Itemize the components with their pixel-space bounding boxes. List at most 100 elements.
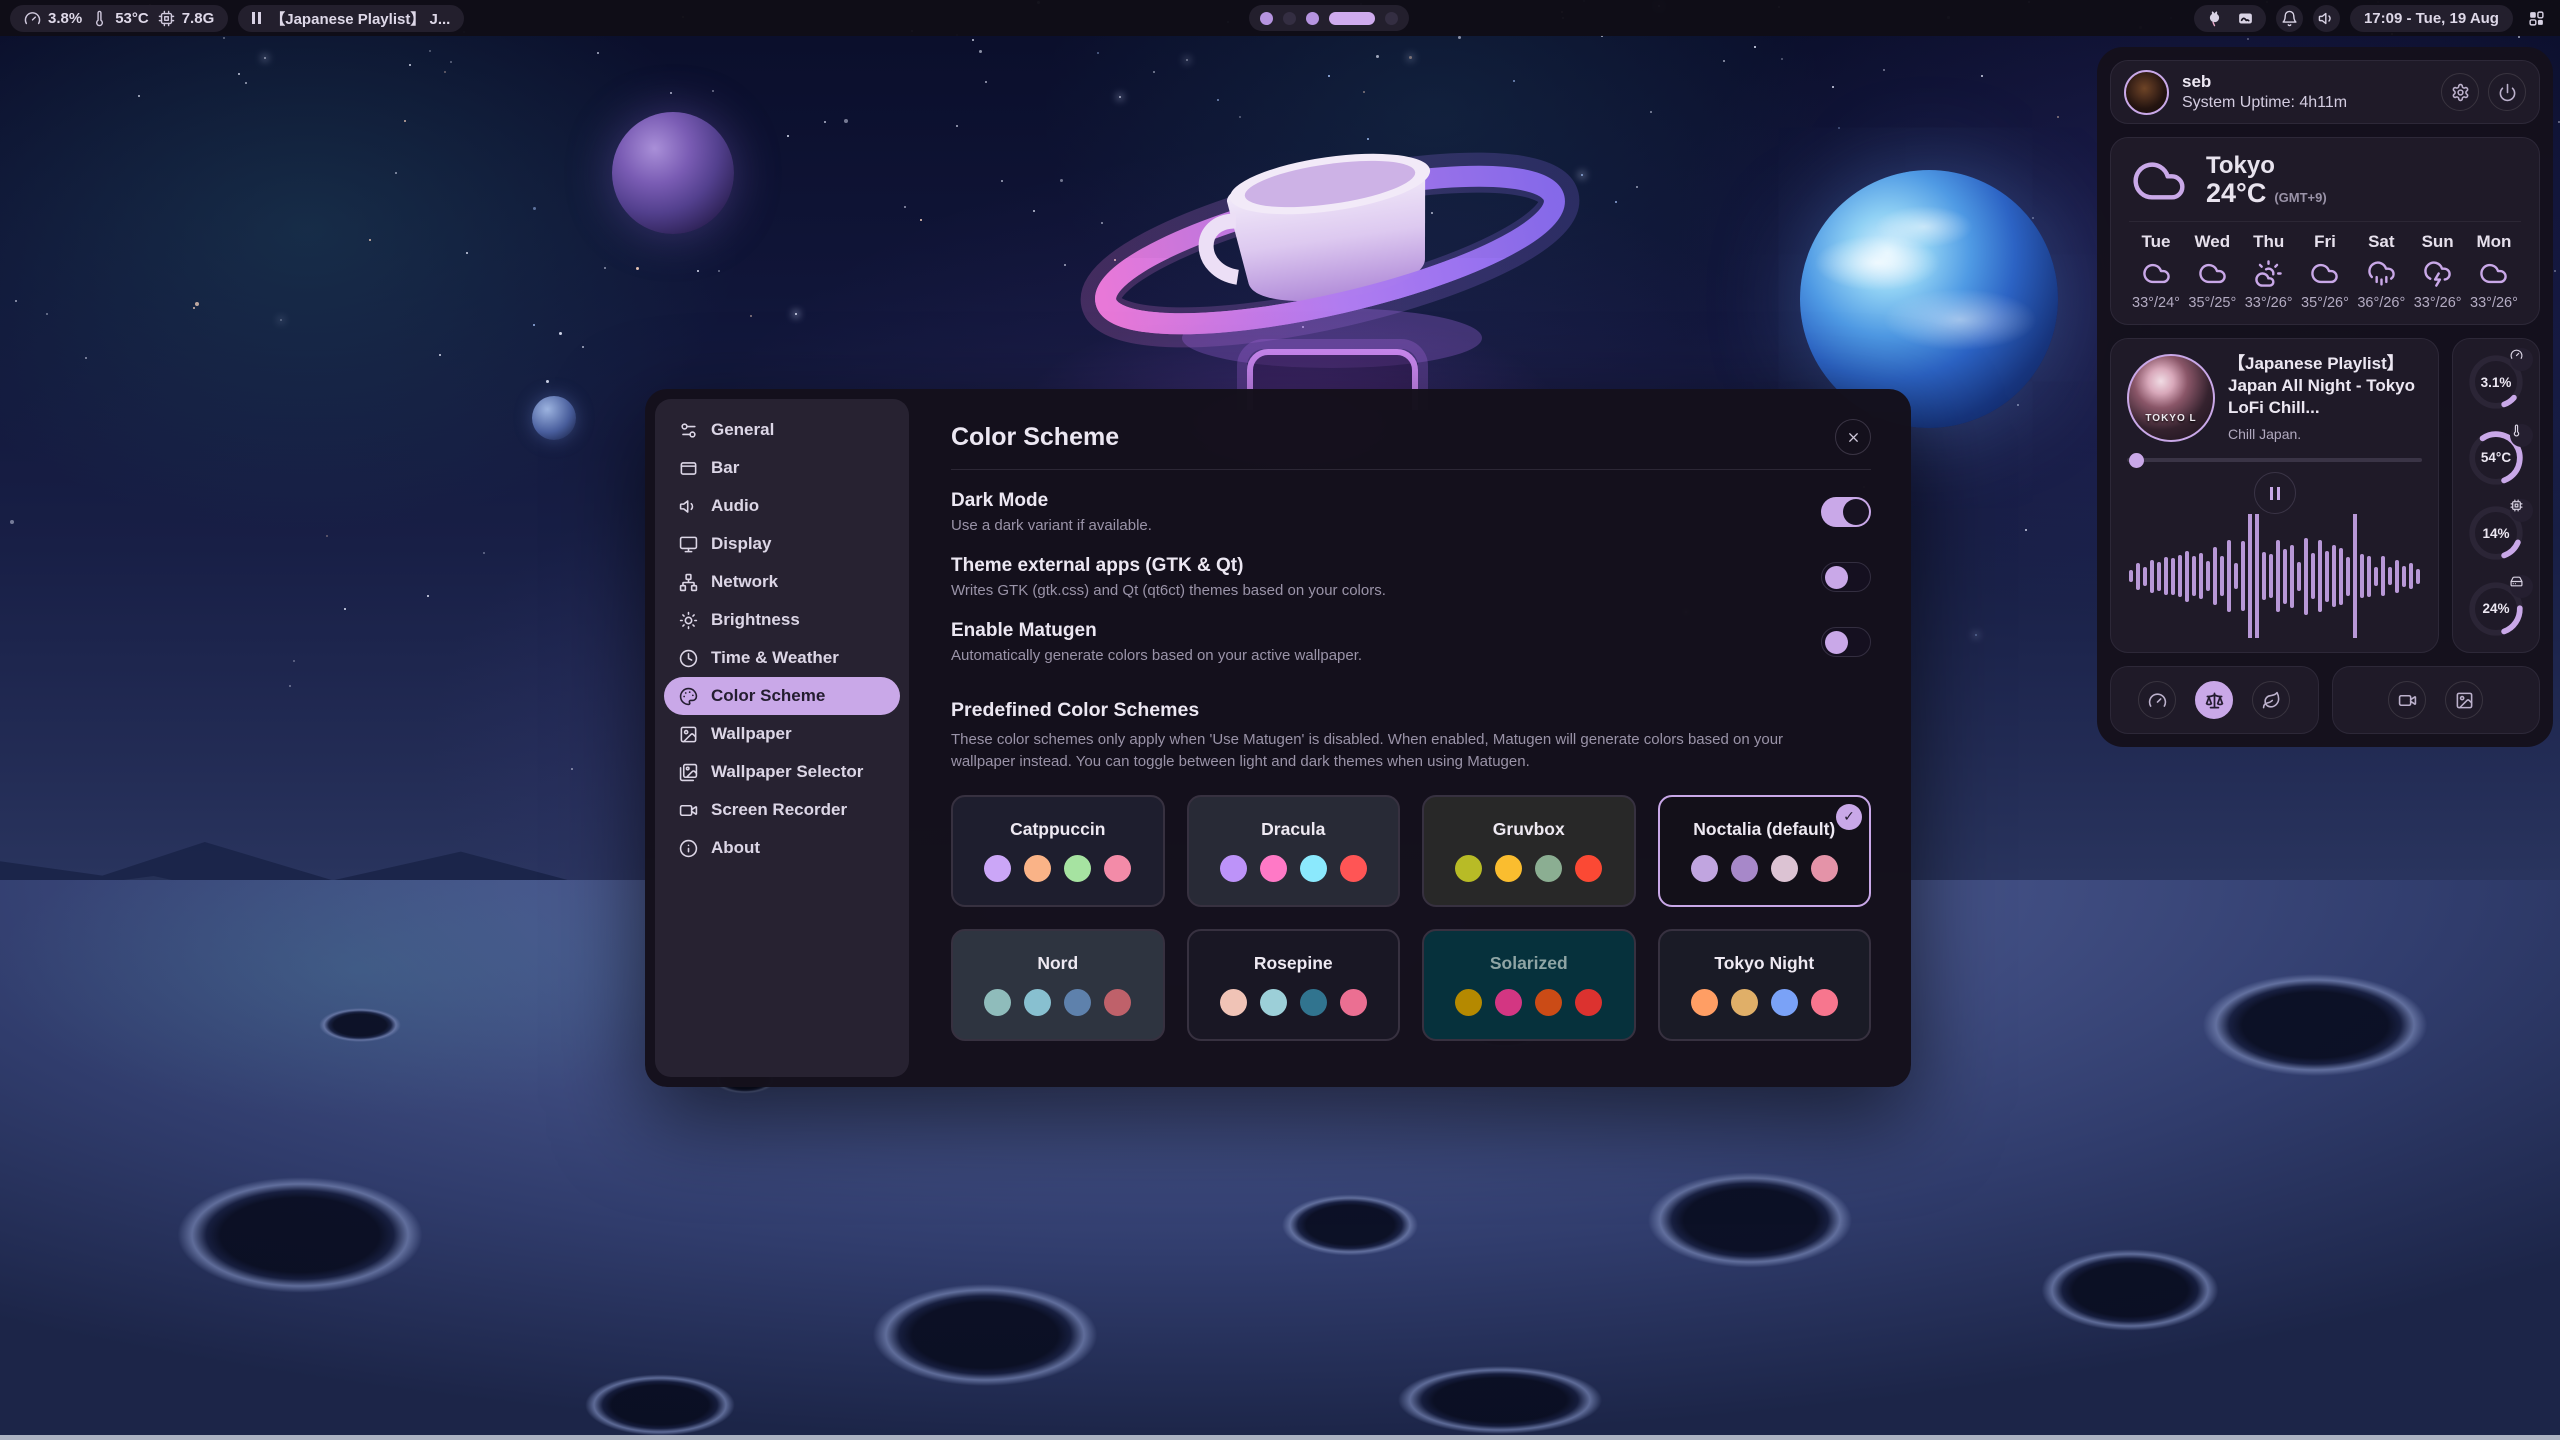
color-swatch xyxy=(984,989,1011,1016)
notifications-button[interactable] xyxy=(2276,5,2303,32)
volume-button[interactable] xyxy=(2313,5,2340,32)
color-swatch xyxy=(1731,989,1758,1016)
dark-mode-row: Dark Mode Use a dark variant if availabl… xyxy=(951,490,1871,534)
dark-mode-toggle[interactable] xyxy=(1821,497,1871,527)
image-icon xyxy=(679,725,698,744)
settings-button[interactable] xyxy=(2441,73,2479,111)
profile-power-saver-button[interactable] xyxy=(2252,681,2290,719)
wallpaper-button[interactable] xyxy=(2445,681,2483,719)
sidebar-item-network[interactable]: Network xyxy=(664,563,900,601)
sidebar-item-wallpaper-selector[interactable]: Wallpaper Selector xyxy=(664,753,900,791)
sidebar-item-color-scheme[interactable]: Color Scheme xyxy=(664,677,900,715)
sidebar-item-label: Audio xyxy=(711,496,759,516)
sidebar-item-display[interactable]: Display xyxy=(664,525,900,563)
media-progress-bar[interactable] xyxy=(2127,458,2422,462)
media-pill[interactable]: 【Japanese Playlist】 J... xyxy=(238,5,464,32)
forecast-day: Tue 33°/24° xyxy=(2129,232,2183,311)
color-swatch xyxy=(1535,855,1562,882)
speedometer-icon xyxy=(2148,691,2167,710)
workspace-dot-focused[interactable] xyxy=(1329,12,1375,25)
cloud-icon xyxy=(2310,259,2339,288)
workspace-dot-empty[interactable] xyxy=(1385,12,1398,25)
workspace-dot-empty[interactable] xyxy=(1283,12,1296,25)
sidebar-item-brightness[interactable]: Brightness xyxy=(664,601,900,639)
screen-recorder-button[interactable] xyxy=(2388,681,2426,719)
toggle-title: Dark Mode xyxy=(951,490,1152,512)
matugen-toggle[interactable] xyxy=(1821,627,1871,657)
scheme-name: Tokyo Night xyxy=(1714,953,1814,974)
scheme-swatches xyxy=(1691,855,1838,882)
cloud-icon xyxy=(2129,153,2189,209)
color-swatch xyxy=(1575,855,1602,882)
workspace-dot-occupied[interactable] xyxy=(1260,12,1273,25)
pause-icon xyxy=(2270,487,2280,500)
scheme-card-gruvbox[interactable]: Gruvbox xyxy=(1422,795,1636,907)
scheme-name: Noctalia (default) xyxy=(1693,819,1835,840)
day-label: Sun xyxy=(2422,232,2454,252)
day-label: Thu xyxy=(2253,232,2284,252)
sidebar-item-label: About xyxy=(711,838,760,858)
sidebar-item-screen-recorder[interactable]: Screen Recorder xyxy=(664,791,900,829)
day-temps: 35°/25° xyxy=(2188,295,2236,311)
weather-header: Tokyo 24°C (GMT+9) xyxy=(2129,153,2521,209)
toggle-title: Theme external apps (GTK & Qt) xyxy=(951,555,1386,577)
color-swatch xyxy=(1064,855,1091,882)
sidebar-item-bar[interactable]: Bar xyxy=(664,449,900,487)
cpu-chip-icon xyxy=(2510,499,2523,512)
scheme-card-tokyo-night[interactable]: Tokyo Night xyxy=(1658,929,1872,1041)
sidebar-item-general[interactable]: General xyxy=(664,411,900,449)
matugen-texts: Enable Matugen Automatically generate co… xyxy=(951,620,1362,664)
forecast-day: Fri 35°/26° xyxy=(2298,232,2352,311)
color-swatch xyxy=(1691,989,1718,1016)
scheme-card-dracula[interactable]: Dracula xyxy=(1187,795,1401,907)
close-button[interactable] xyxy=(1835,419,1871,455)
sidebar-item-wallpaper[interactable]: Wallpaper xyxy=(664,715,900,753)
cloud-lightning-icon xyxy=(2423,259,2452,288)
disk-gauge: 24% xyxy=(2467,580,2525,638)
system-uptime: System Uptime: 4h11m xyxy=(2182,94,2347,112)
overview-button[interactable] xyxy=(2523,5,2550,32)
wallpaper-tray-icon[interactable] xyxy=(2237,10,2254,27)
theme-external-toggle[interactable] xyxy=(1821,562,1871,592)
day-label: Fri xyxy=(2314,232,2336,252)
workspace-dot-occupied[interactable] xyxy=(1306,12,1319,25)
profile-balanced-button[interactable] xyxy=(2195,681,2233,719)
profile-performance-button[interactable] xyxy=(2138,681,2176,719)
scheme-card-noctalia-selected[interactable]: ✓ Noctalia (default) xyxy=(1658,795,1872,907)
sidebar-item-label: General xyxy=(711,420,774,440)
sidebar-item-time-weather[interactable]: Time & Weather xyxy=(664,639,900,677)
color-swatch xyxy=(1064,989,1091,1016)
media-subtitle: Chill Japan. xyxy=(2228,426,2422,442)
day-label: Mon xyxy=(2477,232,2512,252)
system-stats-pill[interactable]: 3.8% 53°C 7.8G xyxy=(10,5,228,32)
bento-grid-icon xyxy=(2528,10,2545,27)
color-swatch xyxy=(1340,855,1367,882)
gear-icon xyxy=(2451,83,2470,102)
toggle-desc: Use a dark variant if available. xyxy=(951,517,1152,534)
scheme-card-solarized[interactable]: Solarized xyxy=(1422,929,1636,1041)
color-swatch xyxy=(1260,855,1287,882)
scheme-card-catppuccin[interactable]: Catppuccin xyxy=(951,795,1165,907)
sidebar-item-audio[interactable]: Audio xyxy=(664,487,900,525)
scheme-name: Gruvbox xyxy=(1493,819,1565,840)
scheme-card-nord[interactable]: Nord xyxy=(951,929,1165,1041)
color-swatch xyxy=(1300,855,1327,882)
user-texts: seb System Uptime: 4h11m xyxy=(2182,72,2347,112)
color-swatch xyxy=(1300,989,1327,1016)
temperature-stat: 53°C xyxy=(91,10,149,27)
toggle-title: Enable Matugen xyxy=(951,620,1362,642)
pet-tray-icon[interactable] xyxy=(2206,10,2223,27)
user-name: seb xyxy=(2182,72,2347,92)
power-button[interactable] xyxy=(2488,73,2526,111)
workspace-indicator[interactable] xyxy=(1249,5,1409,31)
bar-left: 3.8% 53°C 7.8G 【Japanese Playlist】 J... xyxy=(10,5,464,32)
forecast-day: Wed 35°/25° xyxy=(2185,232,2239,311)
info-icon xyxy=(679,839,698,858)
scheme-card-rosepine[interactable]: Rosepine xyxy=(1187,929,1401,1041)
media-progress-knob[interactable] xyxy=(2129,453,2144,468)
scheme-name: Solarized xyxy=(1490,953,1568,974)
clock-pill[interactable]: 17:09 - Tue, 19 Aug xyxy=(2350,5,2513,32)
play-pause-button[interactable] xyxy=(2254,472,2296,514)
sidebar-item-about[interactable]: About xyxy=(664,829,900,867)
sidebar-item-label: Color Scheme xyxy=(711,686,825,706)
